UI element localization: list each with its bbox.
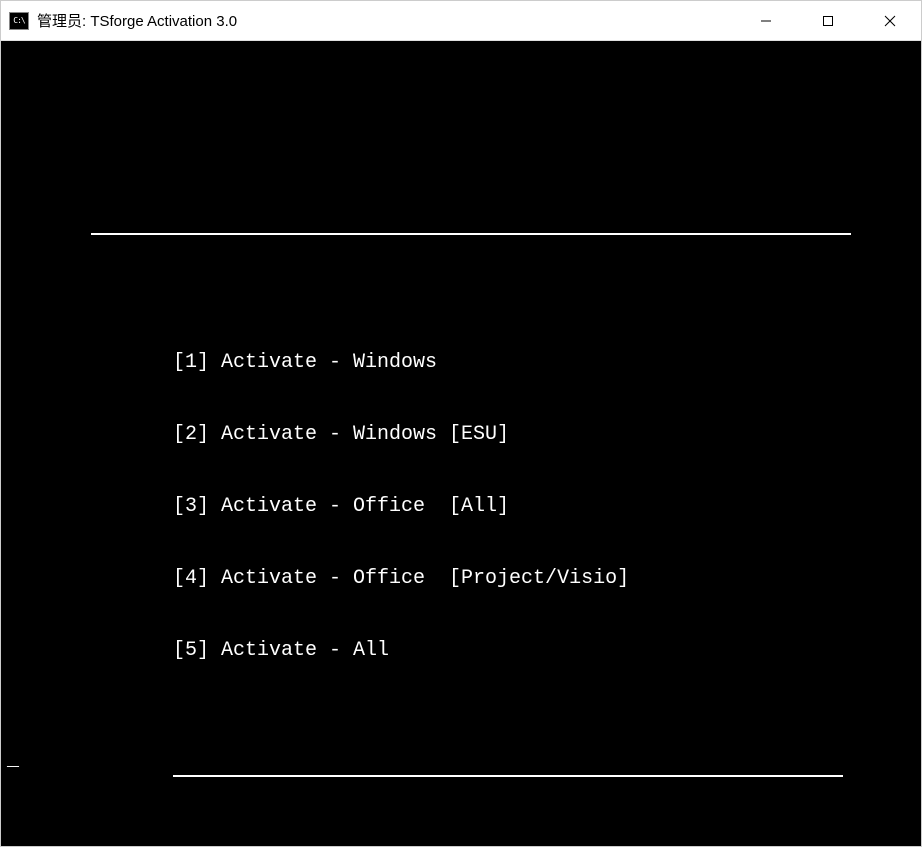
menu-group-main: [1] Activate - Windows [2] Activate - Wi… [91,283,861,727]
window-title: 管理员: TSforge Activation 3.0 [37,10,735,31]
menu-item-4: [4] Activate - Office [Project/Visio] [173,567,861,591]
app-window: C:\ 管理员: TSforge Activation 3.0 [1] Acti… [0,0,922,847]
minimize-icon [760,15,772,27]
divider [173,775,843,777]
advanced-options-label: Advanced Options: [91,825,861,846]
menu-item-5: [5] Activate - All [173,639,861,663]
maximize-button[interactable] [797,1,859,40]
menu-item-3: [3] Activate - Office [All] [173,495,861,519]
close-icon [883,14,897,28]
close-button[interactable] [859,1,921,40]
text-cursor: _ [7,749,19,773]
maximize-icon [822,15,834,27]
minimize-button[interactable] [735,1,797,40]
menu-item-2: [2] Activate - Windows [ESU] [173,423,861,447]
titlebar[interactable]: C:\ 管理员: TSforge Activation 3.0 [1,1,921,41]
console-content: [1] Activate - Windows [2] Activate - Wi… [1,89,921,846]
cmd-icon: C:\ [9,12,29,30]
divider [91,233,851,235]
window-controls [735,1,921,40]
menu-item-1: [1] Activate - Windows [173,351,861,375]
console-area[interactable]: [1] Activate - Windows [2] Activate - Wi… [1,41,921,846]
